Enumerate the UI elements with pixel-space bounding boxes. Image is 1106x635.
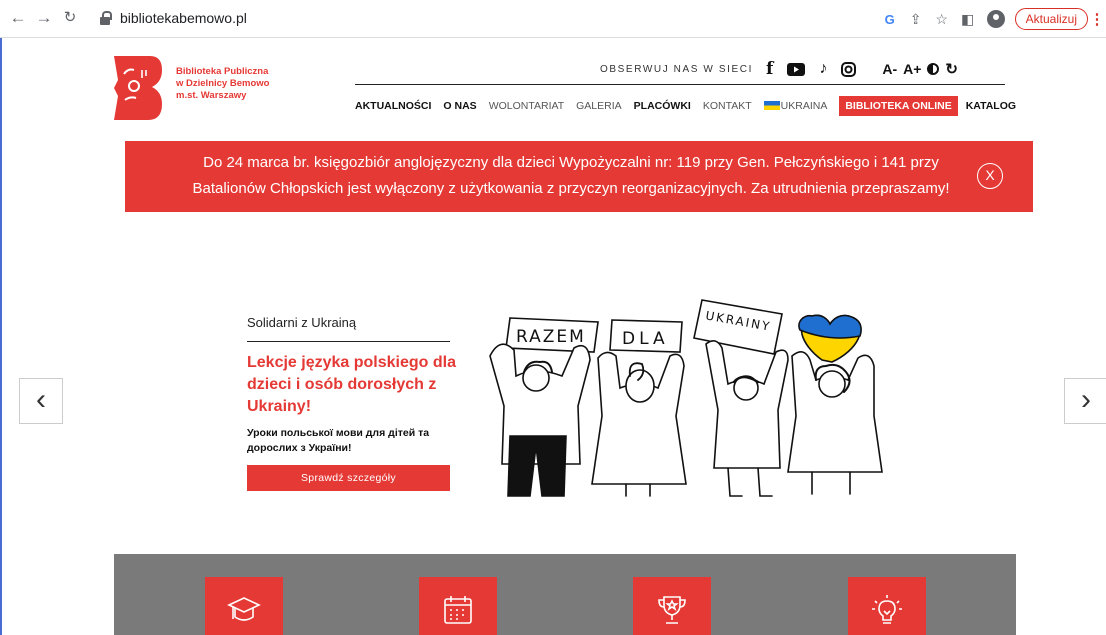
feature-tile-calendar[interactable] <box>419 577 497 635</box>
share-icon[interactable]: ⇪ <box>903 11 929 28</box>
slider-next-button[interactable]: › <box>1064 378 1106 424</box>
reload-icon[interactable]: ↻ <box>60 8 80 28</box>
graduation-cap-icon <box>227 597 261 621</box>
address-bar[interactable]: bibliotekabemowo.pl <box>92 5 892 31</box>
sign-dla: DLA <box>622 329 669 349</box>
menu-item-ukraina-label: UKRAINA <box>780 100 828 112</box>
slider-prev-button[interactable]: ‹ <box>19 378 63 424</box>
menu-item-katalog[interactable]: KATALOG <box>966 100 1016 112</box>
tiktok-icon[interactable]: ♪ <box>819 60 827 78</box>
header-divider <box>355 84 1005 85</box>
feature-tile-awards[interactable] <box>633 577 711 635</box>
profile-avatar-icon[interactable] <box>986 10 1005 28</box>
forward-arrow-icon[interactable]: → <box>34 8 54 28</box>
library-name-line: w Dzielnicy Bemowo <box>176 78 270 89</box>
reset-icon[interactable]: ↻ <box>945 60 958 78</box>
facebook-icon[interactable]: f <box>766 59 773 79</box>
slide-divider <box>247 341 450 342</box>
lightbulb-icon <box>872 595 902 624</box>
font-increase-button[interactable]: A+ <box>903 61 921 77</box>
update-button[interactable]: Aktualizuj <box>1014 8 1088 30</box>
menu-item-biblioteka-online[interactable]: BIBLIOTEKA ONLINE <box>839 96 958 116</box>
menu-item-placowki[interactable]: PLACÓWKI <box>634 100 691 112</box>
lock-icon <box>100 11 112 25</box>
menu-item-kontakt[interactable]: KONTAKT <box>703 100 752 112</box>
slide-title: Lekcje języka polskiego dla dzieci i osó… <box>247 354 456 415</box>
slide-kicker: Solidarni z Ukrainą <box>247 315 357 330</box>
calendar-icon <box>444 596 472 624</box>
contrast-icon[interactable] <box>927 63 940 75</box>
star-icon[interactable]: ☆ <box>929 11 955 28</box>
menu-item-aktualnosci[interactable]: AKTUALNOŚCI <box>355 100 431 112</box>
menu-item-galeria[interactable]: GALERIA <box>576 100 622 112</box>
solidarity-illustration: RAZEM DLA UKRAINY <box>489 299 883 497</box>
feature-tile-education[interactable] <box>205 577 283 635</box>
details-button[interactable]: Sprawdź szczegóły <box>247 465 450 491</box>
url-text: bibliotekabemowo.pl <box>120 10 247 26</box>
library-name[interactable]: Biblioteka Publiczna w Dzielnicy Bemowo … <box>176 66 306 102</box>
browser-toolbar: ← → ↻ bibliotekabemowo.pl G ⇪ ☆ ◧ Aktual… <box>0 0 1106 38</box>
menu-item-wolontariat[interactable]: WOLONTARIAT <box>489 100 564 112</box>
library-name-line: m.st. Warszawy <box>176 90 247 101</box>
sign-razem: RAZEM <box>516 327 586 347</box>
google-icon[interactable]: G <box>877 12 903 27</box>
trophy-icon <box>658 596 686 624</box>
follow-us-label: OBSERWUJ NAS W SIECI <box>600 63 753 75</box>
menu-item-ukraina[interactable]: UKRAINA <box>763 100 828 112</box>
feature-tile-ideas[interactable] <box>848 577 926 635</box>
library-name-line: Biblioteka Publiczna <box>176 66 269 77</box>
font-decrease-button[interactable]: A- <box>882 61 897 77</box>
side-panel-icon[interactable]: ◧ <box>955 11 981 28</box>
ukraine-flag-icon <box>763 101 780 110</box>
youtube-icon[interactable] <box>787 62 806 76</box>
instagram-icon[interactable] <box>841 61 857 77</box>
slide-subtitle: Уроки польської мови для дітей та доросл… <box>247 427 430 454</box>
kebab-menu-icon[interactable]: ⋮ <box>1088 10 1106 28</box>
alert-banner: Do 24 marca br. księgozbiór anglojęzyczn… <box>125 141 1033 212</box>
menu-item-o-nas[interactable]: O NAS <box>443 100 476 112</box>
library-logo-icon[interactable] <box>112 56 162 120</box>
main-menu: AKTUALNOŚCI O NAS WOLONTARIAT GALERIA PL… <box>355 96 1016 116</box>
close-icon[interactable]: X <box>977 163 1003 189</box>
alert-text: Do 24 marca br. księgozbiór anglojęzyczn… <box>192 154 950 197</box>
back-arrow-icon[interactable]: ← <box>8 8 28 28</box>
